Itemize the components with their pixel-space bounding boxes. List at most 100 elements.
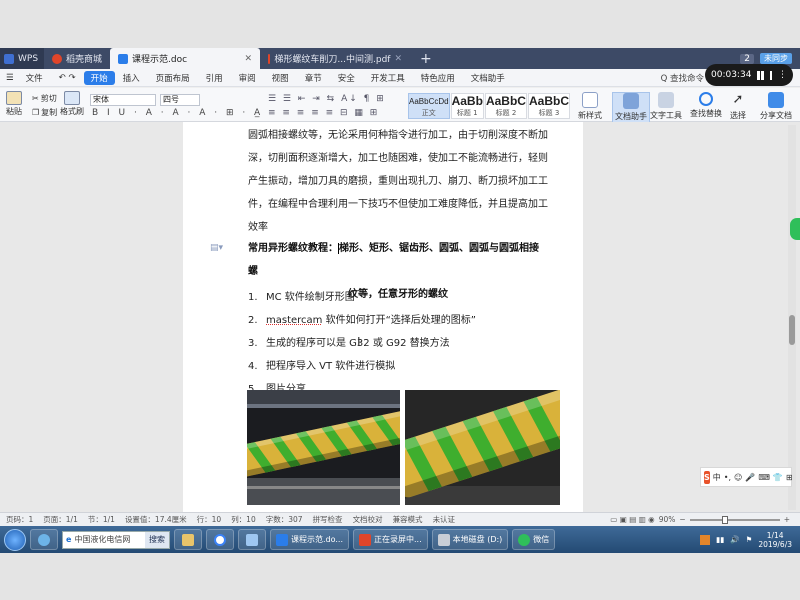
select-button[interactable]: ➚ 选择 <box>730 92 746 121</box>
close-tab-icon[interactable]: ✕ <box>394 54 402 64</box>
style-name: 正文 <box>421 108 436 117</box>
start-orb-icon[interactable] <box>4 528 26 551</box>
style-heading-1[interactable]: AaBb 标题 1 <box>450 93 484 119</box>
menu-undo-icon[interactable]: ↶ ↷ <box>51 73 84 83</box>
ime-mode[interactable]: 中 <box>713 472 721 483</box>
tab-pdf[interactable]: 梯形螺纹车削刀...中间测.pdf ✕ <box>260 48 410 69</box>
tab-wps[interactable]: WPS <box>0 48 44 69</box>
taskbar-item-label: 本地磁盘 (D:) <box>452 535 503 544</box>
menu-view[interactable]: 视图 <box>264 72 297 84</box>
emoji-icon[interactable]: ☺ <box>734 473 742 482</box>
floating-side-button[interactable] <box>790 218 800 240</box>
command-search[interactable]: Q 查找命令 <box>661 72 704 84</box>
taskbar-wps-doc[interactable]: 课程示范.do... <box>270 529 350 550</box>
status-word-count[interactable]: 字数：307 <box>266 514 303 525</box>
menu-file[interactable]: 文件 <box>18 72 51 84</box>
tab-docer-store[interactable]: 稻壳商城 <box>44 48 110 69</box>
taskbar-recorder[interactable]: 正在录屏中... <box>353 529 428 550</box>
more-icon[interactable]: ⋮ <box>778 70 787 80</box>
menu-developer[interactable]: 开发工具 <box>363 72 413 84</box>
taskbar-people-icon[interactable] <box>30 529 58 550</box>
close-tab-icon[interactable]: ✕ <box>244 54 252 64</box>
zoom-slider-knob[interactable] <box>721 515 728 524</box>
style-normal[interactable]: AaBbCcDd 正文 <box>408 93 450 119</box>
zoom-level[interactable]: 90% <box>659 515 676 524</box>
menu-insert[interactable]: 插入 <box>115 72 148 84</box>
menu-hamburger-icon[interactable]: ☰ <box>6 73 18 83</box>
cloud-sync-button[interactable]: 未同步 <box>760 53 792 64</box>
window-count-badge[interactable]: 2 <box>740 53 754 64</box>
thread-simulation-image-1[interactable] <box>247 390 400 505</box>
taskbar-tool-icon[interactable] <box>238 529 266 550</box>
doc-helper-button[interactable]: 文档助手 <box>612 92 650 123</box>
menu-review[interactable]: 审阅 <box>231 72 264 84</box>
thread-simulation-image-2[interactable] <box>405 390 560 505</box>
view-mode-icons[interactable]: ▭ ▣ ▤ ▥ ◉ <box>610 515 654 524</box>
new-tab-button[interactable]: + <box>410 51 442 67</box>
style-heading-3[interactable]: AaBbC 标题 3 <box>527 93 570 119</box>
taskbar-local-disk[interactable]: 本地磁盘 (D:) <box>431 529 509 550</box>
text-tools-label: 文字工具 <box>650 111 682 120</box>
menu-start[interactable]: 开始 <box>83 70 115 85</box>
menu-security[interactable]: 安全 <box>330 72 363 84</box>
cert-status[interactable]: 未认证 <box>433 514 456 525</box>
list-item: 2. mastercam 软件如何打开“选择后处理的图标” <box>248 311 476 326</box>
font-family-select[interactable]: 宋体 <box>90 94 156 106</box>
spell-check-toggle[interactable]: 拼写检查 <box>313 514 343 525</box>
magnifier-icon <box>699 92 713 106</box>
menu-page-layout[interactable]: 页面布局 <box>148 72 198 84</box>
pause-icon[interactable] <box>757 70 765 80</box>
scrollbar-thumb[interactable] <box>789 315 795 345</box>
menu-doc-helper[interactable]: 文档助手 <box>463 72 513 84</box>
share-doc-button[interactable]: 分享文档 <box>760 92 792 121</box>
windows-taskbar: e 中国液化电信网 搜索 课程示范.do... 正在录屏中... 本地磁盘 (D… <box>0 526 800 553</box>
tray-clock[interactable]: 1/14 2019/6/3 <box>758 531 792 549</box>
copy-button[interactable]: ❐ 复制 <box>32 107 57 118</box>
paste-button[interactable]: 粘贴 <box>6 91 22 117</box>
status-bar: 页码：1 页面：1/1 节：1/1 设置值：17.4厘米 行：10 列：10 字… <box>0 512 800 526</box>
select-label: 选择 <box>730 111 746 120</box>
ime-toolbar[interactable]: S 中 •, ☺ 🎤 ⌨ 👕 ⊞ <box>700 467 793 487</box>
paragraph-marker-icon[interactable]: ▤▾ <box>210 243 223 253</box>
find-replace-button[interactable]: 查找替换 <box>690 92 722 119</box>
taskbar-wechat[interactable]: 微信 <box>512 529 556 550</box>
format-buttons[interactable]: B I U · A · A · A · ⊞ · A̲ <box>92 108 263 118</box>
doc-proofread[interactable]: 文档校对 <box>353 514 383 525</box>
list-buttons[interactable]: ☰ ☰ ⇤ ⇥ ⇆ A↓ ¶ ⊞ <box>268 94 386 104</box>
tray-flag-icon[interactable]: ⚑ <box>746 535 753 544</box>
zoom-out-icon[interactable]: − <box>679 515 685 524</box>
taskbar-files-icon[interactable] <box>174 529 202 550</box>
stop-icon[interactable] <box>770 70 772 80</box>
taskbar-baidu-icon[interactable] <box>206 529 234 550</box>
tray-network-icon[interactable]: ▮▮ <box>716 535 724 544</box>
zoom-slider[interactable] <box>689 515 780 524</box>
punctuation-icon[interactable]: •, <box>724 473 731 482</box>
share-icon <box>768 92 784 108</box>
skin-icon[interactable]: 👕 <box>773 473 783 482</box>
screen-recorder-widget[interactable]: 00:03:34 ⋮ <box>705 64 793 86</box>
alignment-buttons[interactable]: ≡ ≡ ≡ ≡ ≡ ⊟ ▦ ⊞ <box>268 108 379 118</box>
disk-icon <box>437 533 450 546</box>
status-setting: 设置值：17.4厘米 <box>124 515 187 524</box>
ie-address-bar[interactable]: e 中国液化电信网 搜索 <box>62 530 170 549</box>
cut-button[interactable]: ✂ 剪切 <box>32 93 57 104</box>
tray-app-icon[interactable] <box>699 534 710 545</box>
font-size-select[interactable]: 四号 <box>160 94 200 106</box>
new-style-button[interactable]: 新样式 <box>578 92 602 121</box>
tab-course-doc[interactable]: 课程示范.doc ✕ <box>110 48 260 69</box>
menu-references[interactable]: 引用 <box>198 72 231 84</box>
style-heading-2[interactable]: AaBbC 标题 2 <box>484 93 527 119</box>
style-preview: AaBbC <box>485 94 526 108</box>
menu-grid-icon[interactable]: ⊞ <box>786 473 793 482</box>
text-tools-button[interactable]: 文字工具 <box>650 92 682 121</box>
keyboard-icon[interactable]: ⌨ <box>758 473 770 482</box>
doc-helper-icon <box>623 93 639 109</box>
format-painter-button[interactable]: 格式刷 <box>60 91 84 117</box>
menu-special-apps[interactable]: 特色应用 <box>413 72 463 84</box>
menu-chapter[interactable]: 章节 <box>297 72 330 84</box>
zoom-in-icon[interactable]: + <box>784 515 790 524</box>
address-go-button[interactable]: 搜索 <box>145 531 169 548</box>
mic-icon[interactable]: 🎤 <box>745 473 755 482</box>
tray-volume-icon[interactable]: 🔊 <box>730 535 739 544</box>
vertical-scrollbar[interactable] <box>788 125 796 510</box>
